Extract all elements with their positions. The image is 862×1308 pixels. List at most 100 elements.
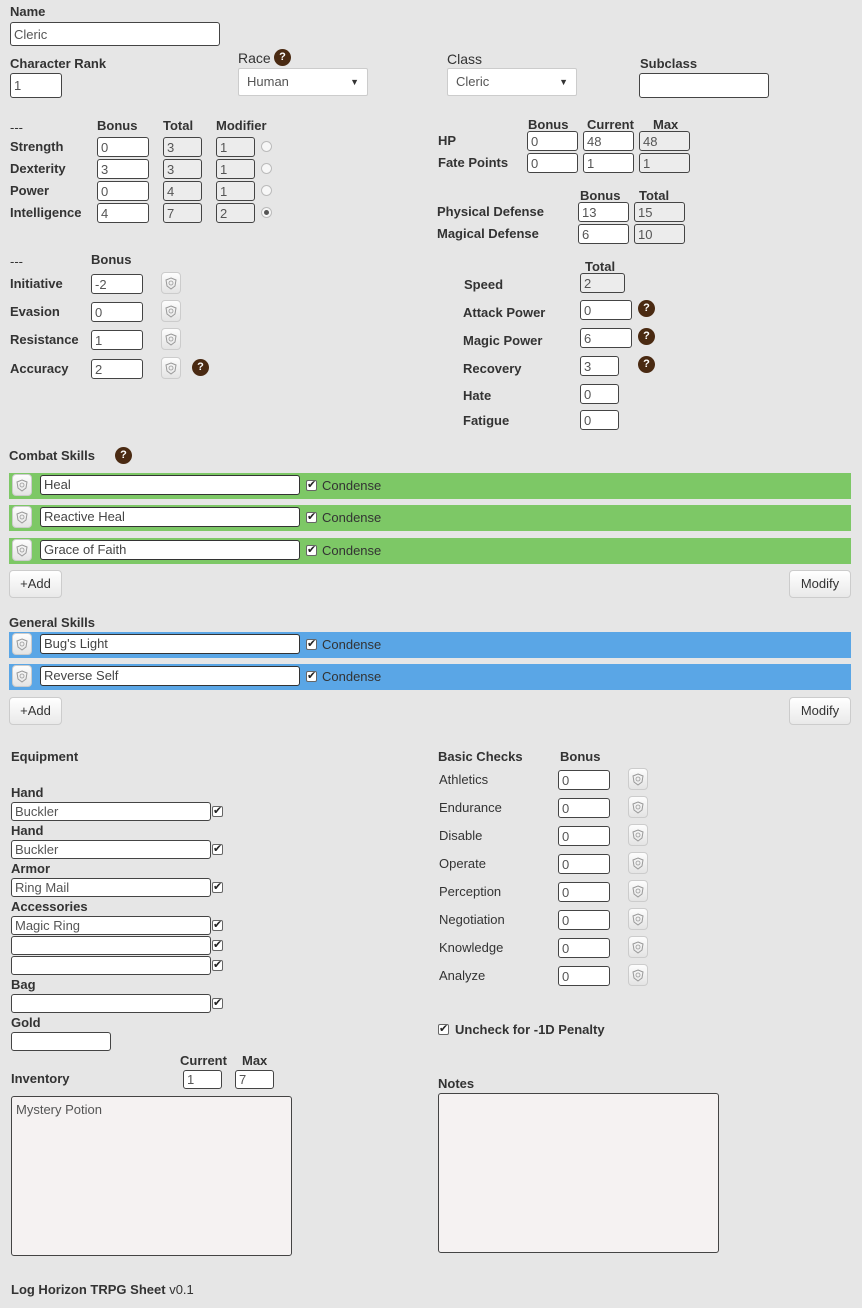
combat-skill-condense-checkbox[interactable] — [306, 510, 317, 523]
combat-skill-name-input[interactable]: Heal — [40, 475, 300, 495]
hp-bonus-input[interactable] — [527, 131, 578, 151]
accuracy-dice-icon[interactable] — [161, 357, 181, 379]
general-skills-add-button[interactable]: +Add — [9, 697, 62, 725]
skill-dice-icon[interactable] — [12, 474, 32, 496]
race-help-icon[interactable]: ? — [274, 49, 291, 66]
basic-check-dice-icon[interactable] — [628, 936, 648, 958]
basic-check-dice-icon[interactable] — [628, 964, 648, 986]
bag-checkbox[interactable] — [212, 996, 223, 1009]
skill-dice-icon[interactable] — [12, 665, 32, 687]
hand2-checkbox[interactable] — [212, 842, 223, 855]
basic-check-dice-icon[interactable] — [628, 768, 648, 790]
basic-check-dice-icon[interactable] — [628, 824, 648, 846]
accessory2-checkbox[interactable] — [212, 938, 223, 951]
combat-skill-name-input[interactable]: Grace of Faith — [40, 540, 300, 560]
inventory-max-input[interactable] — [235, 1070, 274, 1089]
accessory1-input[interactable] — [11, 916, 211, 935]
inventory-textarea[interactable]: Mystery Potion — [11, 1096, 292, 1256]
combat-skills-modify-button[interactable]: Modify — [789, 570, 851, 598]
magical-defense-bonus-input[interactable] — [578, 224, 629, 244]
intelligence-bonus-input[interactable] — [97, 203, 149, 223]
basic-check-input[interactable] — [558, 882, 610, 902]
armor-input[interactable] — [11, 878, 211, 897]
general-skill-condense-checkbox[interactable] — [306, 669, 317, 682]
resistance-dice-icon[interactable] — [161, 328, 181, 350]
fate-current-input[interactable] — [583, 153, 634, 173]
penalty-checkbox[interactable] — [438, 1022, 449, 1035]
hp-current-input[interactable] — [583, 131, 634, 151]
general-skill-row: Bug's Light Condense — [9, 632, 851, 658]
hate-input[interactable] — [580, 384, 619, 404]
basic-checks-title: Basic Checks — [438, 749, 523, 764]
bag-input[interactable] — [11, 994, 211, 1013]
hand1-checkbox[interactable] — [212, 804, 223, 817]
gold-input[interactable] — [11, 1032, 111, 1051]
strength-radio[interactable] — [261, 141, 272, 152]
basic-check-input[interactable] — [558, 966, 610, 986]
fatigue-input[interactable] — [580, 410, 619, 430]
accessory2-input[interactable] — [11, 936, 211, 955]
basic-check-input[interactable] — [558, 770, 610, 790]
accessory3-checkbox[interactable] — [212, 958, 223, 971]
evasion-input[interactable] — [91, 302, 143, 322]
resistance-input[interactable] — [91, 330, 143, 350]
accessory1-checkbox[interactable] — [212, 918, 223, 931]
basic-check-input[interactable] — [558, 826, 610, 846]
character-rank-input[interactable] — [10, 73, 62, 98]
dexterity-bonus-input[interactable] — [97, 159, 149, 179]
armor-checkbox[interactable] — [212, 880, 223, 893]
notes-textarea[interactable] — [438, 1093, 719, 1253]
combat-skills-add-button[interactable]: +Add — [9, 570, 62, 598]
recovery-help-icon[interactable]: ? — [638, 356, 655, 373]
general-skills-modify-button[interactable]: Modify — [789, 697, 851, 725]
physical-defense-bonus-input[interactable] — [578, 202, 629, 222]
combat-skill-name-input[interactable]: Reactive Heal — [40, 507, 300, 527]
dexterity-radio[interactable] — [261, 163, 272, 174]
combat-skill-condense-checkbox[interactable] — [306, 478, 317, 491]
fate-bonus-input[interactable] — [527, 153, 578, 173]
general-skill-condense-checkbox[interactable] — [306, 637, 317, 650]
recovery-input[interactable] — [580, 356, 619, 376]
basic-check-dice-icon[interactable] — [628, 796, 648, 818]
hand2-input[interactable] — [11, 840, 211, 859]
general-skill-name-input[interactable]: Bug's Light — [40, 634, 300, 654]
race-select[interactable]: Human ▼ — [238, 68, 368, 96]
power-radio[interactable] — [261, 185, 272, 196]
subclass-input[interactable] — [639, 73, 769, 98]
basic-check-dice-icon[interactable] — [628, 880, 648, 902]
name-input[interactable] — [10, 22, 220, 46]
basic-check-input[interactable] — [558, 854, 610, 874]
basic-check-label: Disable — [439, 828, 483, 843]
attack-power-help-icon[interactable]: ? — [638, 300, 655, 317]
skill-dice-icon[interactable] — [12, 539, 32, 561]
general-skill-name-input[interactable]: Reverse Self — [40, 666, 300, 686]
basic-check-input[interactable] — [558, 910, 610, 930]
inventory-current-input[interactable] — [183, 1070, 222, 1089]
basic-check-input[interactable] — [558, 798, 610, 818]
hp-bonus-header: Bonus — [528, 117, 569, 132]
strength-bonus-input[interactable] — [97, 137, 149, 157]
accuracy-help-icon[interactable]: ? — [192, 359, 209, 376]
hand1-input[interactable] — [11, 802, 211, 821]
accessory3-input[interactable] — [11, 956, 211, 975]
attack-power-input[interactable] — [580, 300, 632, 320]
combat-skills-help-icon[interactable]: ? — [115, 447, 132, 464]
initiative-label: Initiative — [10, 276, 63, 291]
skill-dice-icon[interactable] — [12, 506, 32, 528]
skill-dice-icon[interactable] — [12, 633, 32, 655]
intelligence-radio[interactable] — [261, 207, 272, 218]
evasion-dice-icon[interactable] — [161, 300, 181, 322]
magic-power-input[interactable] — [580, 328, 632, 348]
power-bonus-input[interactable] — [97, 181, 149, 201]
accuracy-input[interactable] — [91, 359, 143, 379]
physical-defense-total — [634, 202, 685, 222]
magic-power-help-icon[interactable]: ? — [638, 328, 655, 345]
initiative-dice-icon[interactable] — [161, 272, 181, 294]
basic-check-dice-icon[interactable] — [628, 908, 648, 930]
class-select[interactable]: Cleric ▼ — [447, 68, 577, 96]
chevron-down-icon: ▼ — [350, 77, 359, 87]
initiative-input[interactable] — [91, 274, 143, 294]
basic-check-input[interactable] — [558, 938, 610, 958]
basic-check-dice-icon[interactable] — [628, 852, 648, 874]
combat-skill-condense-checkbox[interactable] — [306, 543, 317, 556]
